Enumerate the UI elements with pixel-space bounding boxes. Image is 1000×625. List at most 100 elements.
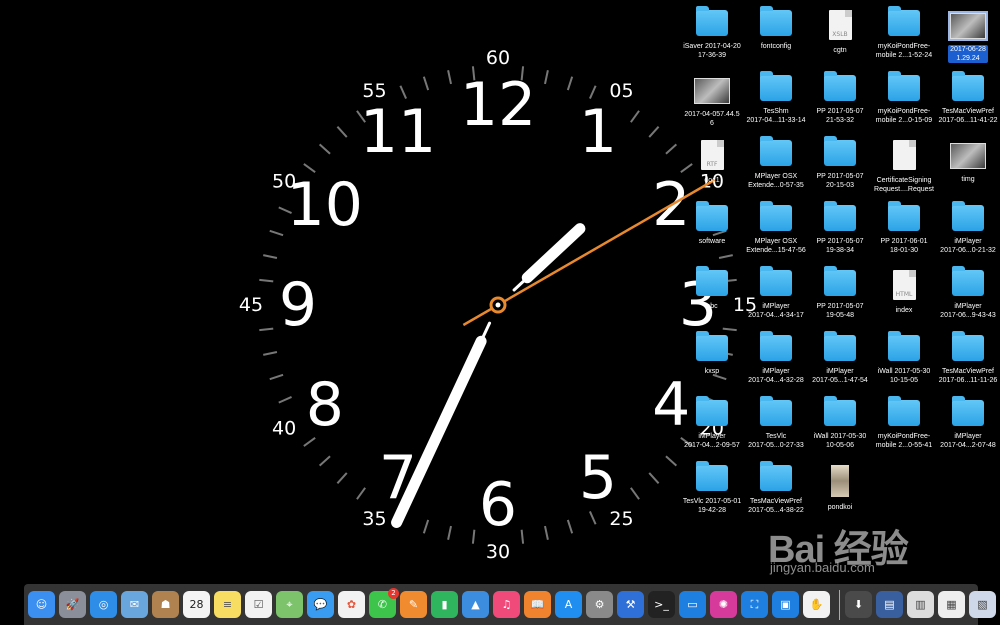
desktop-item-label: 2017-04-057.44.5 6 — [684, 111, 740, 127]
desktop-item[interactable]: PP 2017-06-01 18-01-30 — [871, 201, 937, 255]
desktop-item-label: fontconfig — [760, 43, 792, 50]
safari-icon[interactable]: ◎ — [90, 591, 117, 618]
remote-desktop-icon[interactable]: ⛶ — [741, 591, 768, 618]
desktop-item[interactable]: iMPlayer 2017-04...2-09-57 — [679, 396, 745, 450]
desktop-item[interactable]: iMPlayer 2017-05...1-47-54 — [807, 331, 873, 385]
folder-icon — [888, 6, 920, 36]
minute-tick — [648, 125, 660, 138]
downloads-stack-icon[interactable]: ⬇ — [845, 591, 872, 618]
desktop-item-label: abc — [706, 303, 718, 310]
desktop-item[interactable]: TesVlc 2017-05-01 19-42-28 — [679, 461, 745, 515]
terminal-icon[interactable]: >_ — [648, 591, 675, 618]
desktop-item-label: TesMacViewPref 2017-06...11-41-22 — [938, 108, 998, 124]
desktop-item-label: myKoiPondFree- mobile 2...1-52-24 — [875, 43, 933, 59]
messages-icon[interactable]: 💬 — [307, 591, 334, 618]
folder-icon — [824, 71, 856, 101]
minute-tick — [336, 472, 348, 485]
numbers-icon[interactable]: ▮ — [431, 591, 458, 618]
desktop-item[interactable]: myKoiPondFree- mobile 2...1-52-24 — [871, 6, 937, 60]
desktop-item[interactable]: iSaver 2017-04-20 17-36-39 — [679, 6, 745, 60]
launchpad-icon[interactable]: 🚀 — [59, 591, 86, 618]
desktop-item[interactable]: 2017-06-28 1.29.24 — [935, 10, 1000, 65]
desktop-item[interactable]: iMPlayer 2017-06...9-43-43 — [935, 266, 1000, 320]
mail-icon[interactable]: ✉ — [121, 591, 148, 618]
minute-tick — [447, 70, 452, 85]
desktop-item[interactable]: fontconfig — [743, 6, 809, 51]
itunes-icon[interactable]: ♫ — [493, 591, 520, 618]
desktop-item[interactable]: PP 2017-05-07 21-53-32 — [807, 71, 873, 125]
document-icon: HTML — [892, 270, 916, 300]
dock-glyph: ▲ — [471, 598, 480, 611]
document-stack-icon[interactable]: ▥ — [907, 591, 934, 618]
desktop-item[interactable]: software — [679, 201, 745, 246]
dock-glyph: 28 — [189, 598, 204, 611]
desktop-item[interactable]: abc — [679, 266, 745, 311]
minute-tick — [259, 327, 274, 332]
screenshot-thumbnail-icon — [694, 78, 730, 104]
minute-tick — [630, 110, 640, 123]
maps-icon[interactable]: ⌖ — [276, 591, 303, 618]
document-icon: XSLB — [828, 10, 852, 40]
contacts-icon[interactable]: ☗ — [152, 591, 179, 618]
screenshot-stack-icon[interactable]: ▤ — [876, 591, 903, 618]
desktop-item[interactable]: HTML index — [871, 270, 937, 315]
notes-icon[interactable]: ≡ — [214, 591, 241, 618]
desktop-item-label: TesMacViewPref 2017-05...4-38-22 — [748, 498, 804, 514]
desktop-item[interactable]: myKoiPondFree- mobile 2...0-55-41 — [871, 396, 937, 450]
screen-sharing-icon[interactable]: ▭ — [679, 591, 706, 618]
paint-icon[interactable]: ✋ — [803, 591, 830, 618]
reminders-icon[interactable]: ☑ — [245, 591, 272, 618]
folder-icon — [824, 266, 856, 296]
folder-icon — [824, 136, 856, 166]
desktop-item[interactable]: PP 2017-05-07 20-15-03 — [807, 136, 873, 190]
facetime-icon[interactable]: ✆ 2 — [369, 588, 399, 618]
desktop-item[interactable]: timg — [935, 140, 1000, 184]
folder-icon — [760, 266, 792, 296]
pages-icon[interactable]: ✎ — [400, 591, 427, 618]
minute-tick — [648, 472, 660, 485]
desktop-item-label: MPlayer OSX Extende...0-57-35 — [748, 173, 804, 189]
desktop-item[interactable]: myKoiPondFree- mobile 2...0-15-09 — [871, 71, 937, 125]
desktop-item[interactable]: TesShm 2017-04...11-33-14 — [743, 71, 809, 125]
minute-tick — [422, 519, 430, 534]
monitor-icon[interactable]: ▣ — [772, 591, 799, 618]
desktop-item[interactable]: kxsp — [679, 331, 745, 376]
desktop-item[interactable]: TesMacViewPref 2017-06...11-11-26 — [935, 331, 1000, 385]
keynote-icon[interactable]: ▲ — [462, 591, 489, 618]
desktop-item[interactable]: CertificateSigning Request....Request — [871, 140, 937, 194]
window-stack-icon[interactable]: ▦ — [938, 591, 965, 618]
desktop-item[interactable]: PP 2017-05-07 19-38-34 — [807, 201, 873, 255]
desktop-item[interactable]: pondkoi — [807, 465, 873, 512]
calendar-icon[interactable]: 28 — [183, 591, 210, 618]
folder-icon — [952, 266, 984, 296]
photos-icon[interactable]: ✿ — [338, 591, 365, 618]
desktop-item[interactable]: RTF doc1 — [679, 140, 745, 185]
desktop-item[interactable]: XSLB cgtn — [807, 10, 873, 55]
desktop-item[interactable]: MPlayer OSX Extende...15-47-56 — [743, 201, 809, 255]
desktop-item[interactable]: iWall 2017-05-30 10-05-06 — [807, 396, 873, 450]
system-preferences-icon[interactable]: ⚙ — [586, 591, 613, 618]
app-store-icon[interactable]: A — [555, 591, 582, 618]
desktop-item-label: PP 2017-05-07 20-15-03 — [816, 173, 864, 189]
ibooks-icon[interactable]: 📖 — [524, 591, 551, 618]
desktop-item[interactable]: TesMacViewPref 2017-06...11-41-22 — [935, 71, 1000, 125]
desktop-item[interactable]: iMPlayer 2017-06...0-21-32 — [935, 201, 1000, 255]
desktop-item[interactable]: TesMacViewPref 2017-05...4-38-22 — [743, 461, 809, 515]
desktop-item[interactable]: MPlayer OSX Extende...0-57-35 — [743, 136, 809, 190]
desktop-item[interactable]: iWall 2017-05-30 10-15-05 — [871, 331, 937, 385]
desktop-item[interactable]: 2017-04-057.44.5 6 — [679, 75, 745, 128]
minute-tick — [318, 143, 331, 155]
desktop-item[interactable]: TesVlc 2017-05...0-27-33 — [743, 396, 809, 450]
desktop-item[interactable]: iMPlayer 2017-04...2-07-48 — [935, 396, 1000, 450]
desktop-item[interactable]: iMPlayer 2017-04...4-32-28 — [743, 331, 809, 385]
dock-glyph: ✉ — [129, 598, 140, 611]
minute-tick — [589, 511, 597, 525]
desktop-item-label: iMPlayer 2017-06...9-43-43 — [940, 303, 996, 319]
folder-stack-icon[interactable]: ▧ — [969, 591, 996, 618]
desktop-item[interactable]: PP 2017-05-07 19-05-48 — [807, 266, 873, 320]
finder-icon[interactable]: ☺ — [28, 591, 55, 618]
xcode-icon[interactable]: ⚒ — [617, 591, 644, 618]
desktop-item[interactable]: iMPlayer 2017-04...4-34-17 — [743, 266, 809, 320]
folder-icon — [696, 331, 728, 361]
koi-pond-icon[interactable]: ✺ — [710, 591, 737, 618]
